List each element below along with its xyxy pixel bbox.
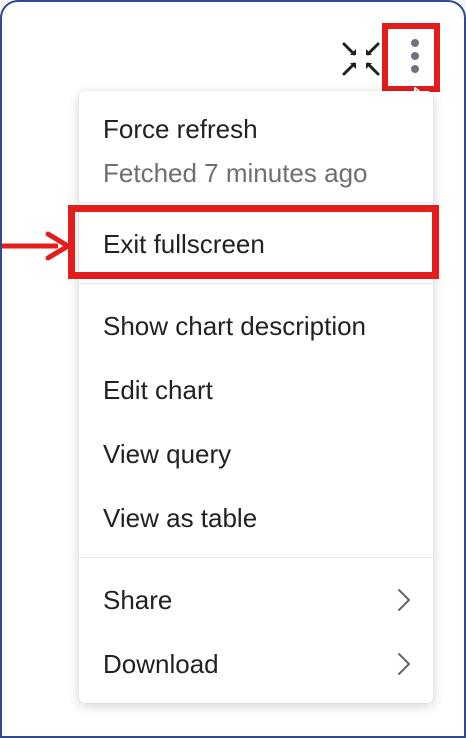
fetched-status-text: Fetched 7 minutes ago bbox=[103, 158, 368, 188]
download-item[interactable]: Download bbox=[79, 636, 433, 692]
menu-divider bbox=[79, 202, 433, 203]
show-chart-description-item[interactable]: Show chart description bbox=[79, 298, 433, 354]
force-refresh-item[interactable]: Force refresh bbox=[79, 101, 433, 157]
exit-fullscreen-label: Exit fullscreen bbox=[103, 228, 265, 259]
menu-divider bbox=[79, 557, 433, 558]
chevron-right-icon bbox=[398, 589, 410, 611]
download-label: Download bbox=[103, 648, 219, 679]
exit-fullscreen-item[interactable]: Exit fullscreen bbox=[79, 216, 433, 272]
view-as-table-item[interactable]: View as table bbox=[79, 490, 433, 546]
chevron-right-icon bbox=[398, 653, 410, 675]
vertical-more-icon bbox=[411, 39, 419, 73]
share-item[interactable]: Share bbox=[79, 572, 433, 628]
chart-options-menu: Force refresh Fetched 7 minutes ago Exit… bbox=[79, 91, 433, 703]
show-chart-description-label: Show chart description bbox=[103, 310, 367, 341]
app-window: Force refresh Fetched 7 minutes ago Exit… bbox=[0, 0, 466, 738]
menu-divider bbox=[79, 283, 433, 284]
edit-chart-label: Edit chart bbox=[103, 374, 213, 405]
share-label: Share bbox=[103, 584, 173, 615]
arrow-right-icon bbox=[2, 228, 76, 264]
more-options-button[interactable] bbox=[382, 23, 440, 92]
view-query-item[interactable]: View query bbox=[79, 426, 433, 482]
edit-chart-item[interactable]: Edit chart bbox=[79, 362, 433, 418]
exit-fullscreen-icon[interactable] bbox=[340, 40, 382, 78]
view-as-table-label: View as table bbox=[103, 502, 258, 533]
view-query-label: View query bbox=[103, 438, 232, 469]
force-refresh-label: Force refresh bbox=[103, 113, 258, 144]
